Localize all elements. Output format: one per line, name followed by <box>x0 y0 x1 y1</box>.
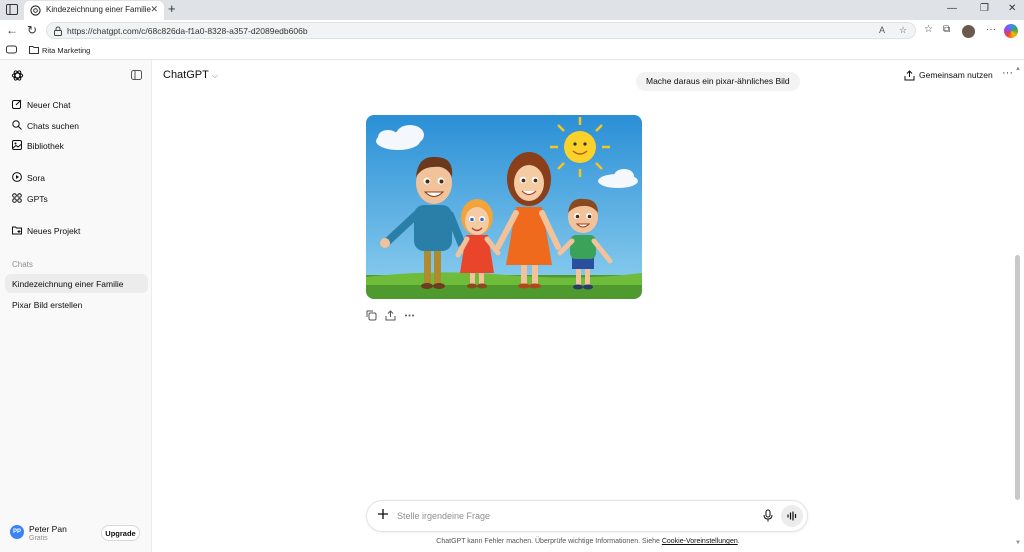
upgrade-button[interactable]: Upgrade <box>101 525 140 541</box>
play-icon <box>12 172 22 182</box>
bookmark-app-icon[interactable] <box>6 45 17 54</box>
user-message-bubble: Mache daraus ein pixar-ähnliches Bild <box>636 72 800 91</box>
search-icon <box>12 120 22 130</box>
folder-icon <box>29 46 39 54</box>
sidebar-item-library[interactable]: Bibliothek <box>5 136 148 155</box>
settings-more-icon[interactable]: ··· <box>986 24 996 35</box>
chat-item-kindezeichnung[interactable]: Kindezeichnung einer Familie <box>5 274 148 293</box>
read-aloud-icon[interactable]: A <box>879 25 885 35</box>
sidebar-item-label: Neuer Chat <box>27 100 71 110</box>
disclaimer: ChatGPT kann Fehler machen. Überprüfe wi… <box>152 538 1024 545</box>
scrollbar-thumb[interactable] <box>1015 255 1020 500</box>
cookie-preferences-link[interactable]: Cookie-Voreinstellungen <box>662 538 738 545</box>
disclaimer-text: ChatGPT kann Fehler machen. Überprüfe wi… <box>436 538 662 545</box>
sidebar-item-sora[interactable]: Sora <box>5 168 148 187</box>
share-icon <box>904 70 915 81</box>
sidebar-item-label: GPTs <box>27 194 48 204</box>
site-info-icon[interactable] <box>53 26 63 36</box>
edit-icon <box>12 99 22 109</box>
waveform-icon <box>787 511 797 521</box>
tab-close-icon[interactable]: ✕ <box>150 4 158 15</box>
chat-item-pixar-bild[interactable]: Pixar Bild erstellen <box>5 295 148 314</box>
browser-tab-strip: Kindezeichnung einer Familie ✕ + — ❐ ✕ <box>0 0 1024 20</box>
sidebar-item-label: Chats suchen <box>27 121 79 131</box>
avatar[interactable]: PP <box>10 525 24 539</box>
copilot-icon[interactable] <box>1004 24 1018 38</box>
collections-icon[interactable]: ⧉ <box>943 24 950 35</box>
sidebar-item-new-project[interactable]: Neues Projekt <box>5 221 148 240</box>
share-label: Gemeinsam nutzen <box>919 70 993 80</box>
sidebar-item-label: Neues Projekt <box>27 226 81 236</box>
family-illustration <box>366 115 642 299</box>
sidebar-item-label: Bibliothek <box>27 141 64 151</box>
composer <box>366 500 808 532</box>
sidebar-item-gpts[interactable]: GPTs <box>5 189 148 208</box>
sidebar-toggle-icon[interactable] <box>131 70 142 80</box>
scroll-down-icon[interactable]: ▼ <box>1015 540 1021 546</box>
back-icon[interactable]: ← <box>6 24 18 37</box>
chats-section-label: Chats <box>12 260 33 269</box>
prompt-input[interactable] <box>397 509 727 523</box>
chevron-down-icon: ⌵ <box>211 71 218 80</box>
generated-image[interactable] <box>366 115 642 299</box>
maximize-icon[interactable]: ❐ <box>980 3 989 14</box>
user-account[interactable]: PP Peter Pan Gratis Upgrade <box>0 520 152 550</box>
sidebar-item-search-chats[interactable]: Chats suchen <box>5 116 148 135</box>
share-image-icon[interactable] <box>385 310 396 321</box>
copy-icon[interactable] <box>366 310 377 321</box>
sidebar-item-new-chat[interactable]: Neuer Chat <box>5 95 148 114</box>
minimize-icon[interactable]: — <box>947 3 957 14</box>
voice-mode-button[interactable] <box>781 505 803 527</box>
folder-plus-icon <box>12 226 22 235</box>
chat-item-label: Pixar Bild erstellen <box>12 300 83 310</box>
model-selector[interactable]: ChatGPT ⌵ <box>163 69 218 81</box>
browser-tab-active[interactable]: Kindezeichnung einer Familie ✕ <box>24 1 164 20</box>
more-actions-icon[interactable] <box>404 310 415 321</box>
main-content: ChatGPT ⌵ Mache daraus ein pixar-ähnliche… <box>152 60 1024 552</box>
new-tab-button[interactable]: + <box>168 2 176 16</box>
favorite-star-icon[interactable]: ☆ <box>899 25 907 36</box>
disclaimer-end: . <box>737 538 740 545</box>
reload-icon[interactable]: ↻ <box>27 24 37 37</box>
chat-item-label: Kindezeichnung einer Familie <box>12 279 124 289</box>
tab-actions-icon[interactable] <box>6 4 18 15</box>
address-bar[interactable]: https://chatgpt.com/c/68c826da-f1a0-8328… <box>46 22 916 39</box>
model-name: ChatGPT <box>163 69 209 81</box>
openai-logo-icon[interactable] <box>11 69 24 82</box>
user-name: Peter Pan <box>29 524 67 534</box>
bookmark-folder-rita-marketing[interactable]: Rita Marketing <box>42 46 90 55</box>
chatgpt-favicon-icon <box>30 5 41 16</box>
scroll-up-icon[interactable]: ▲ <box>1015 66 1021 72</box>
window-close-icon[interactable]: ✕ <box>1008 3 1016 14</box>
url-text: https://chatgpt.com/c/68c826da-f1a0-8328… <box>67 26 308 36</box>
tab-title: Kindezeichnung einer Familie <box>46 5 151 14</box>
profile-avatar-icon[interactable] <box>962 25 975 38</box>
address-bar-row: ← ↻ https://chatgpt.com/c/68c826da-f1a0-… <box>0 20 1024 42</box>
plus-icon[interactable] <box>377 508 389 520</box>
sidebar: Neuer Chat Chats suchen Bibliothek Sora … <box>0 60 152 552</box>
sidebar-item-label: Sora <box>27 173 45 183</box>
more-options-icon[interactable]: ··· <box>1002 67 1013 79</box>
bookmarks-bar: Rita Marketing <box>0 42 1024 60</box>
favorites-icon[interactable]: ☆ <box>924 24 933 35</box>
library-icon <box>12 140 22 150</box>
user-plan: Gratis <box>29 535 48 542</box>
microphone-icon[interactable] <box>762 509 774 522</box>
grid-icon <box>12 193 22 203</box>
